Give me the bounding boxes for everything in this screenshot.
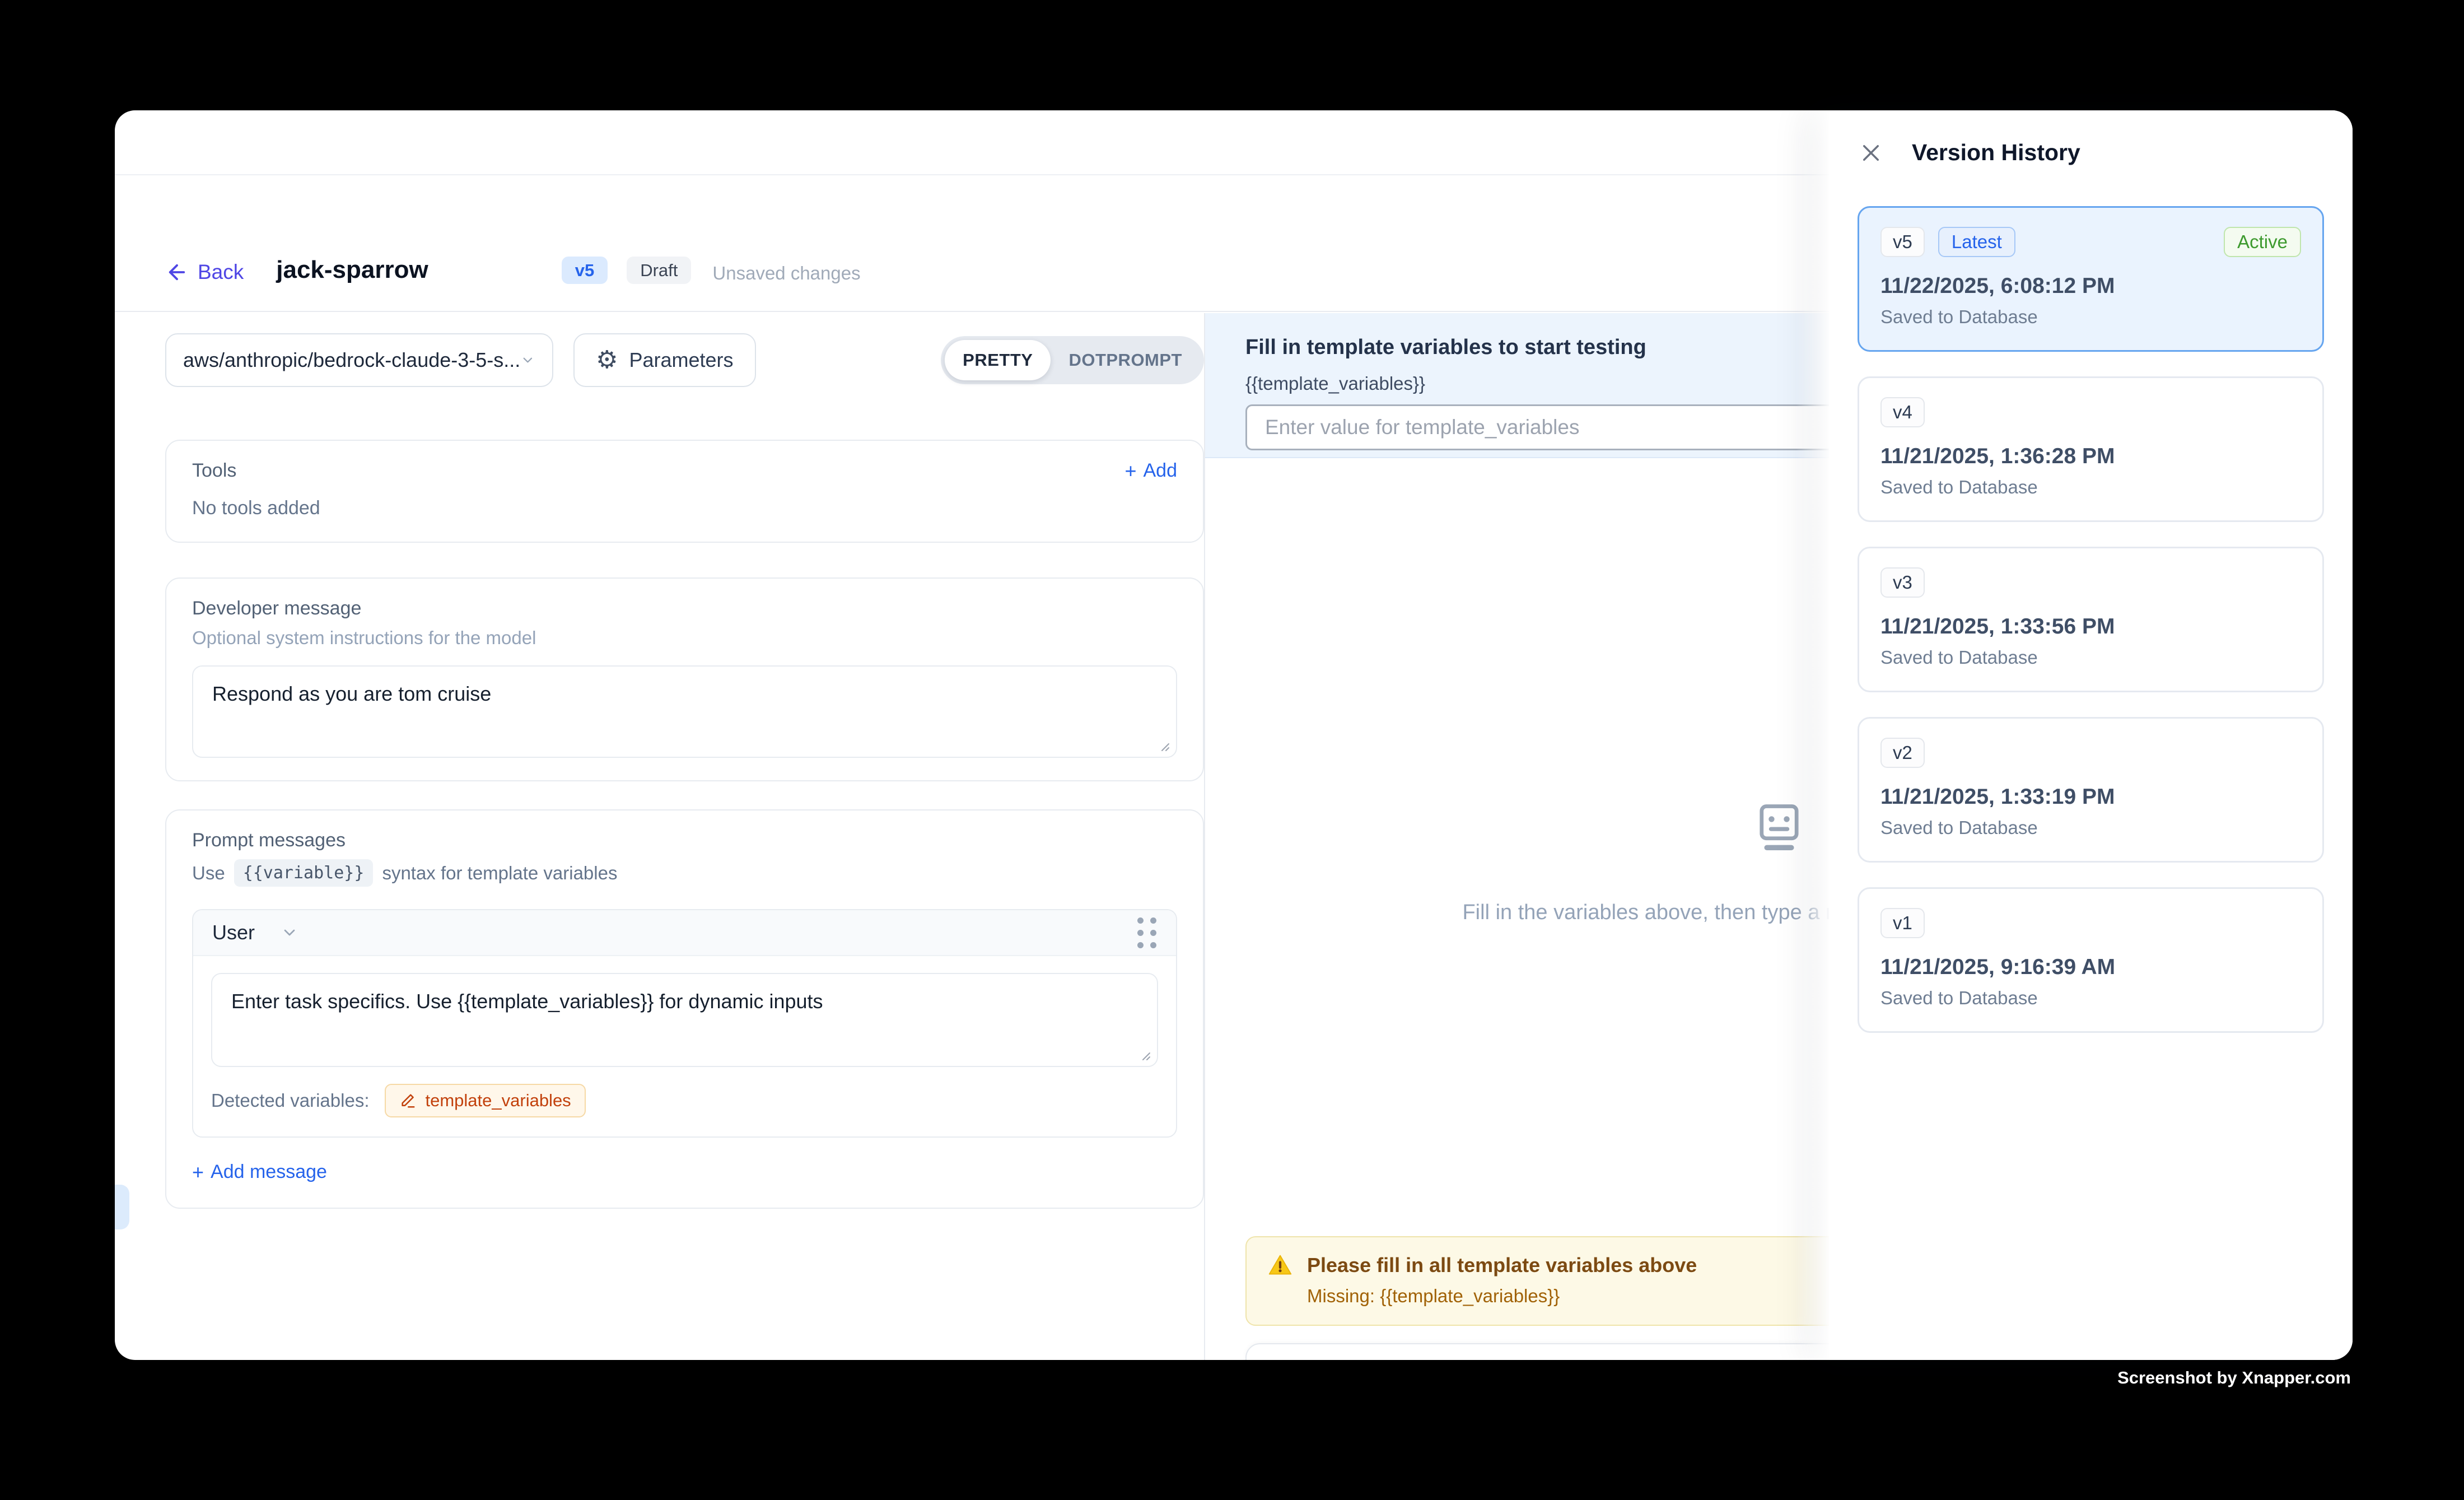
message-header: User [193,910,1176,956]
detected-variables-row: Detected variables: template_variables [193,1067,1176,1136]
version-timestamp: 11/22/2025, 6:08:12 PM [1880,274,2301,299]
version-card[interactable]: v5 Latest Active 11/22/2025, 6:08:12 PM … [1858,206,2324,352]
hint-prefix: Use [192,863,225,884]
no-tools-text: No tools added [192,497,1177,519]
version-history-title: Version History [1912,139,2080,166]
version-status: Saved to Database [1880,987,2301,1009]
version-list: v5 Latest Active 11/22/2025, 6:08:12 PM … [1829,206,2353,1033]
role-value: User [212,921,255,944]
prompt-messages-title: Prompt messages [192,830,1177,851]
draft-badge: Draft [627,257,691,284]
add-tool-button[interactable]: + Add [1124,460,1177,482]
message-block: User Enter task specifics. Use {{templat… [192,909,1177,1138]
version-history-header: Version History [1829,110,2353,166]
tools-title: Tools [192,460,236,482]
version-card[interactable]: v1 11/21/2025, 9:16:39 AM Saved to Datab… [1858,887,2324,1033]
message-textarea[interactable]: Enter task specifics. Use {{template_var… [211,973,1158,1067]
version-tag: v1 [1880,908,1925,938]
version-tag: v4 [1880,397,1925,427]
version-timestamp: 11/21/2025, 1:33:56 PM [1880,614,2301,639]
developer-message-card: Developer message Optional system instru… [165,577,1204,781]
version-card[interactable]: v4 11/21/2025, 1:36:28 PM Saved to Datab… [1858,376,2324,522]
developer-message-title: Developer message [192,598,1177,619]
version-badge: v5 [562,257,608,284]
hint-suffix: syntax for template variables [382,863,617,884]
version-tag: v5 [1880,227,1925,257]
close-icon [1859,141,1883,165]
toggle-dotprompt[interactable]: DOTPROMPT [1051,340,1200,380]
sidebar-peek-tab[interactable] [115,1185,129,1229]
drag-handle-icon[interactable] [1137,917,1157,948]
detected-variable-chip[interactable]: template_variables [385,1084,585,1117]
message-body: Enter task specifics. Use {{template_var… [193,956,1176,1067]
template-syntax-hint: Use {{variable}} syntax for template var… [192,859,1177,887]
back-label: Back [198,260,244,284]
format-toggle: PRETTY DOTPROMPT [941,336,1204,384]
plus-icon: + [192,1162,204,1182]
resize-handle-icon[interactable] [1157,739,1170,752]
version-tag: v3 [1880,567,1925,598]
gear-icon: ⚙ [596,348,618,372]
active-badge: Active [2224,227,2301,257]
version-status: Saved to Database [1880,647,2301,668]
chevron-down-icon [281,924,298,942]
screenshot-credit: Screenshot by Xnapper.com [2117,1368,2351,1388]
add-tool-label: Add [1144,460,1178,482]
prompt-messages-card: Prompt messages Use {{variable}} syntax … [165,809,1204,1209]
chevron-down-icon [520,351,535,370]
developer-message-subtitle: Optional system instructions for the mod… [192,627,1177,649]
editor-pane: aws/anthropic/bedrock-claude-3-5-s... ⚙ … [115,313,1205,1360]
parameters-button[interactable]: ⚙ Parameters [573,333,756,387]
version-timestamp: 11/21/2025, 1:33:19 PM [1880,785,2301,809]
variable-syntax-chip: {{variable}} [234,859,374,887]
developer-message-value: Respond as you are tom cruise [212,682,491,705]
warning-triangle-icon [1268,1253,1292,1278]
model-select-value: aws/anthropic/bedrock-claude-3-5-s... [183,348,520,372]
plus-icon: + [1124,461,1136,481]
unsaved-changes-text: Unsaved changes [712,263,860,284]
version-card[interactable]: v3 11/21/2025, 1:33:56 PM Saved to Datab… [1858,547,2324,692]
latest-badge: Latest [1938,227,2015,257]
version-card[interactable]: v2 11/21/2025, 1:33:19 PM Saved to Datab… [1858,717,2324,863]
version-tag: v2 [1880,738,1925,768]
toggle-pretty[interactable]: PRETTY [945,340,1051,380]
version-timestamp: 11/21/2025, 9:16:39 AM [1880,955,2301,980]
role-select[interactable]: User [212,921,298,944]
version-status: Saved to Database [1880,477,2301,498]
back-button[interactable]: Back [165,260,244,284]
add-message-button[interactable]: + Add message [192,1161,1177,1183]
version-status: Saved to Database [1880,817,2301,838]
add-message-label: Add message [211,1161,327,1183]
tools-card: Tools + Add No tools added [165,440,1204,543]
bot-icon [1750,799,1808,857]
version-status: Saved to Database [1880,306,2301,328]
warning-title: Please fill in all template variables ab… [1307,1254,1697,1277]
close-button[interactable] [1859,141,1883,165]
model-select[interactable]: aws/anthropic/bedrock-claude-3-5-s... [165,333,553,387]
page-title: jack-sparrow [276,256,428,284]
resize-handle-icon[interactable] [1138,1048,1151,1061]
model-toolbar: aws/anthropic/bedrock-claude-3-5-s... ⚙ … [165,333,1204,387]
developer-message-textarea[interactable]: Respond as you are tom cruise [192,665,1177,758]
version-timestamp: 11/21/2025, 1:36:28 PM [1880,444,2301,469]
detected-variables-label: Detected variables: [211,1090,369,1111]
detected-variable-name: template_variables [425,1091,571,1111]
message-text-value: Enter task specifics. Use {{template_var… [231,990,823,1013]
parameters-label: Parameters [629,348,733,372]
pencil-icon [399,1092,416,1109]
version-history-drawer: Version History v5 Latest Active 11/22/2… [1829,110,2353,1360]
back-arrow-icon [165,260,189,284]
